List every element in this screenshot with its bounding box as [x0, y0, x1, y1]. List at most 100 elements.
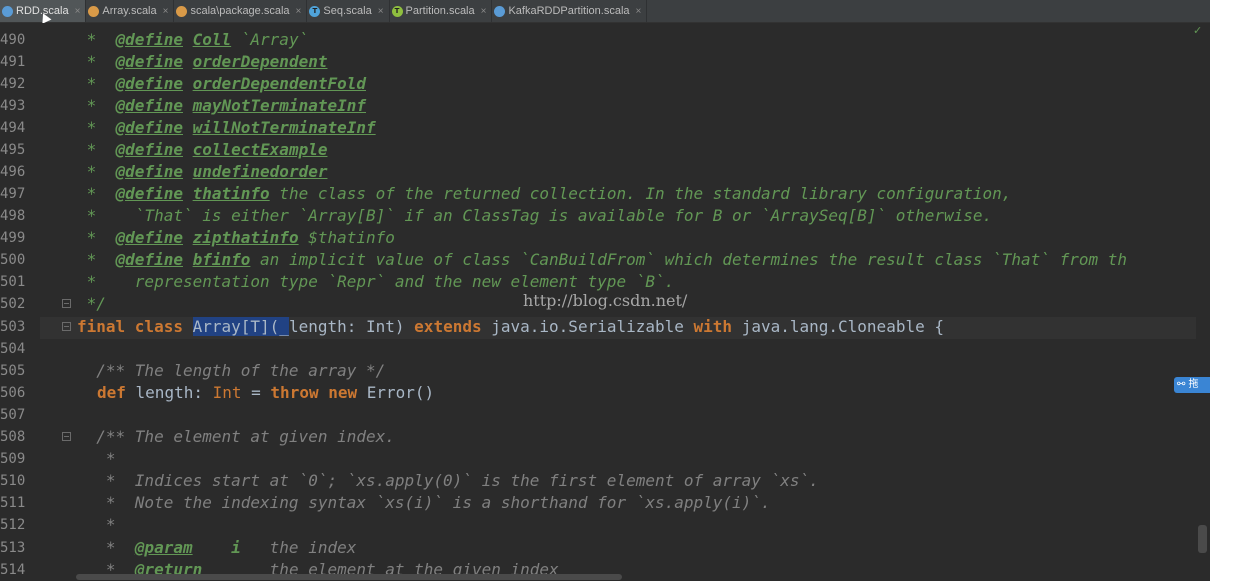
line-number: 496: [0, 164, 26, 180]
comment-text: [183, 96, 193, 115]
comment-text: *: [77, 96, 116, 115]
comment-text: [183, 52, 193, 71]
doc-tag-value: collectExample: [192, 140, 328, 159]
doc-tag: @define: [115, 184, 183, 203]
doc-tag: @define: [115, 96, 183, 115]
tab-label: Array.scala: [102, 5, 157, 17]
scala-object-icon: [2, 5, 13, 17]
doc-tag: @define: [115, 250, 183, 269]
line-number: 506: [0, 385, 26, 401]
doc-tag-value: thatinfo: [192, 184, 270, 203]
scala-class-icon: [88, 5, 100, 17]
code-line: *: [77, 515, 116, 534]
comment-text: [183, 30, 193, 49]
scala-trait-icon: T: [309, 5, 321, 17]
doc-tag-value: i: [231, 538, 241, 557]
vertical-scrollbar-thumb[interactable]: [1198, 525, 1207, 553]
code-line: * @param i the index: [77, 537, 356, 559]
code-text: java.lang.Cloneable {: [732, 317, 944, 336]
window-edge: [1210, 0, 1238, 581]
code-line: * @define orderDependent: [77, 51, 328, 73]
editor-tab-bar: RDD.scala × Array.scala × scala\package.…: [0, 0, 1210, 23]
line-number: 507: [0, 407, 26, 423]
code-line: * @define willNotTerminateInf: [77, 117, 376, 139]
side-float-widget[interactable]: ⚯ 拖: [1174, 377, 1210, 393]
comment-text: *: [77, 140, 116, 159]
tab-label: scala\package.scala: [190, 5, 290, 17]
line-number: 500: [0, 252, 26, 268]
tab-package-scala[interactable]: scala\package.scala ×: [174, 0, 308, 22]
scala-package-icon: [176, 5, 188, 17]
line-number: 498: [0, 208, 26, 224]
close-icon[interactable]: ×: [163, 6, 169, 17]
code-line: * @define undefinedorder: [77, 161, 328, 183]
tab-seq-scala[interactable]: T Seq.scala ×: [307, 0, 390, 22]
line-number: 511: [0, 495, 26, 511]
code-line: */: [77, 294, 106, 313]
comment-text: [183, 118, 193, 137]
doc-tag: @define: [115, 74, 183, 93]
comment-text: *: [77, 30, 116, 49]
line-number: 490: [0, 32, 26, 48]
tab-label: KafkaRDDPartition.scala: [508, 5, 630, 17]
fold-marker-icon[interactable]: [62, 432, 71, 441]
close-icon[interactable]: ×: [481, 6, 487, 17]
doc-tag: @define: [115, 52, 183, 71]
comment-text: [193, 538, 232, 557]
code-line: * @define bfinfo an implicit value of cl…: [77, 249, 1127, 271]
line-number: 504: [0, 341, 26, 357]
line-number: 508: [0, 429, 26, 445]
comment-text: the index: [240, 538, 357, 557]
tab-kafkardd-partition-scala[interactable]: KafkaRDDPartition.scala ×: [492, 0, 648, 22]
line-number: 491: [0, 54, 26, 70]
keyword: def: [97, 383, 126, 402]
inspection-ok-icon: ✓: [1193, 24, 1203, 37]
doc-tag-value: orderDependentFold: [192, 74, 366, 93]
code-line: /** The length of the array */: [77, 361, 386, 380]
tab-partition-scala[interactable]: T Partition.scala ×: [390, 0, 493, 22]
doc-tag: @define: [115, 30, 183, 49]
code-line: * Note the indexing syntax `xs(i)` is a …: [77, 493, 771, 512]
code-text: ): [394, 317, 415, 336]
code-text: length:: [125, 383, 213, 402]
fold-marker-icon[interactable]: [62, 299, 71, 308]
type-name: Int: [366, 317, 395, 336]
line-number: 492: [0, 76, 26, 92]
line-number: 512: [0, 517, 26, 533]
comment-text: *: [77, 184, 116, 203]
line-number-gutter: 490 491 492 493 494 495 496 497 498 499 …: [0, 23, 40, 581]
fold-marker-icon[interactable]: [62, 322, 71, 331]
code-text: java.io.Serializable: [481, 317, 694, 336]
close-icon[interactable]: ×: [75, 6, 81, 17]
doc-tag-value: orderDependent: [192, 52, 328, 71]
comment-text: `Array`: [231, 30, 309, 49]
type-name: Int: [212, 383, 242, 402]
vertical-scrollbar-track[interactable]: [1196, 23, 1210, 581]
comment-text: *: [77, 250, 116, 269]
comment-text: *: [77, 162, 116, 181]
doc-tag-value: willNotTerminateInf: [192, 118, 376, 137]
code-line: * representation type `Repr` and the new…: [77, 272, 675, 291]
tab-label: Partition.scala: [405, 5, 475, 17]
code-line: * @define orderDependentFold: [77, 73, 366, 95]
comment-text: [183, 228, 193, 247]
line-number: 503: [0, 319, 26, 335]
close-icon[interactable]: ×: [296, 6, 302, 17]
code-line: * Indices start at `0`; `xs.apply(0)` is…: [77, 471, 819, 490]
selected-text: Array[T](_: [192, 317, 289, 336]
tab-array-scala[interactable]: Array.scala ×: [86, 0, 175, 22]
comment-text: *: [77, 228, 116, 247]
line-number: 514: [0, 562, 26, 578]
comment-text: an implicit value of class `CanBuildFrom…: [250, 250, 1127, 269]
doc-tag: @param: [134, 538, 193, 557]
keyword: extends: [414, 317, 482, 336]
comment-text: [183, 140, 193, 159]
close-icon[interactable]: ×: [636, 6, 642, 17]
code-line: * @define thatinfo the class of the retu…: [77, 183, 1012, 205]
comment-text: $thatinfo: [298, 228, 395, 247]
watermark: http://blog.csdn.net/: [523, 291, 688, 310]
code-text: Error(): [357, 383, 435, 402]
line-number: 494: [0, 120, 26, 136]
close-icon[interactable]: ×: [378, 6, 384, 17]
horizontal-scrollbar-thumb[interactable]: [76, 574, 622, 580]
